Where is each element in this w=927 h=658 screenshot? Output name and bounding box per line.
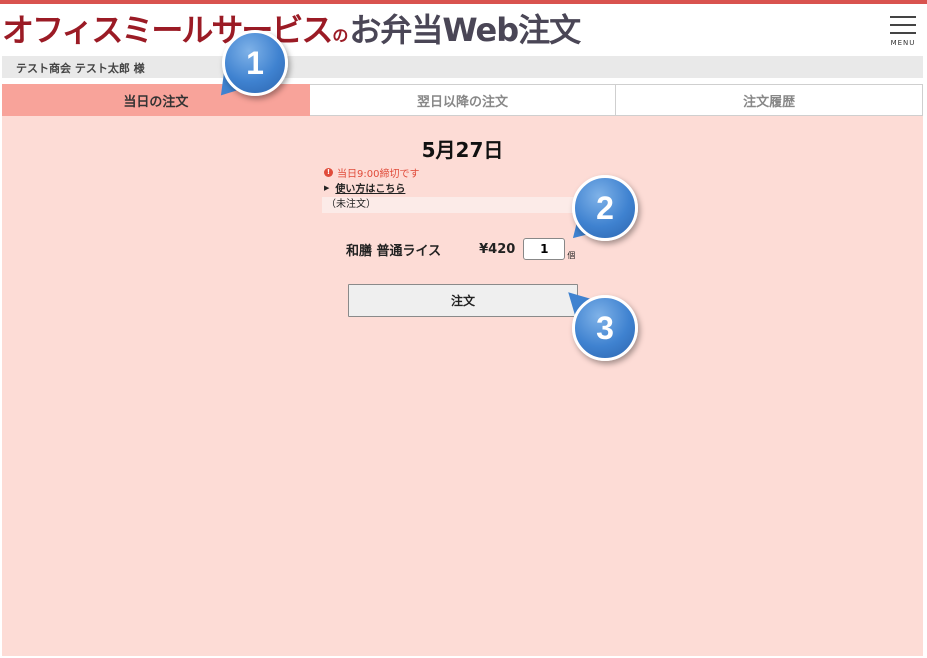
hamburger-icon (890, 16, 916, 18)
site-logo[interactable]: オフィスミールサービスのお弁当Web注文 (2, 10, 581, 56)
callout-number: 1 (222, 30, 288, 96)
order-status: （未注文） (322, 197, 605, 213)
deadline-text: 当日9:00締切です (337, 169, 420, 180)
callout-number: 3 (572, 295, 638, 361)
tab-future-order[interactable]: 翌日以降の注文 (309, 84, 617, 116)
deadline-notice: ! 当日9:00締切です (324, 165, 419, 180)
logo-service-text: お弁当Web注文 (349, 11, 581, 49)
tab-order-history[interactable]: 注文履歴 (616, 84, 924, 116)
item-name: 和膳 普通ライス (346, 243, 442, 259)
user-bar: テスト商会 テスト太郎 様 (2, 56, 923, 78)
triangle-right-icon: ▶ (324, 183, 330, 192)
alert-icon: ! (324, 168, 333, 177)
quantity-input[interactable] (523, 238, 566, 260)
item-price: ¥420 (479, 241, 516, 257)
howto-link[interactable]: 使い方はこちら (335, 180, 405, 195)
callout-marker-2: 2 (564, 175, 638, 247)
callout-marker-1: 1 (210, 30, 288, 105)
howto-row: ▶ 使い方はこちら (324, 180, 405, 196)
menu-item-row: 和膳 普通ライス ¥420 個 (346, 236, 575, 262)
order-tabs: 当日の注文 翌日以降の注文 注文履歴 (2, 84, 924, 116)
user-name: テスト商会 テスト太郎 様 (16, 62, 145, 75)
order-submit-button[interactable]: 注文 (348, 284, 578, 317)
logo-connector-text: の (332, 26, 349, 45)
hamburger-icon-bar (890, 24, 916, 26)
quantity-unit: 個 (567, 250, 576, 260)
hamburger-icon-bar (890, 32, 916, 34)
callout-number: 2 (572, 175, 638, 241)
callout-marker-3: 3 (559, 283, 638, 361)
menu-button[interactable]: MENU (889, 14, 917, 48)
order-panel: 5月27日 ! 当日9:00締切です ▶ 使い方はこちら （未注文） 和膳 普通… (2, 116, 923, 656)
app-header: オフィスミールサービスのお弁当Web注文 MENU (0, 4, 927, 56)
menu-label: MENU (890, 39, 916, 47)
order-date: 5月27日 (421, 138, 504, 162)
